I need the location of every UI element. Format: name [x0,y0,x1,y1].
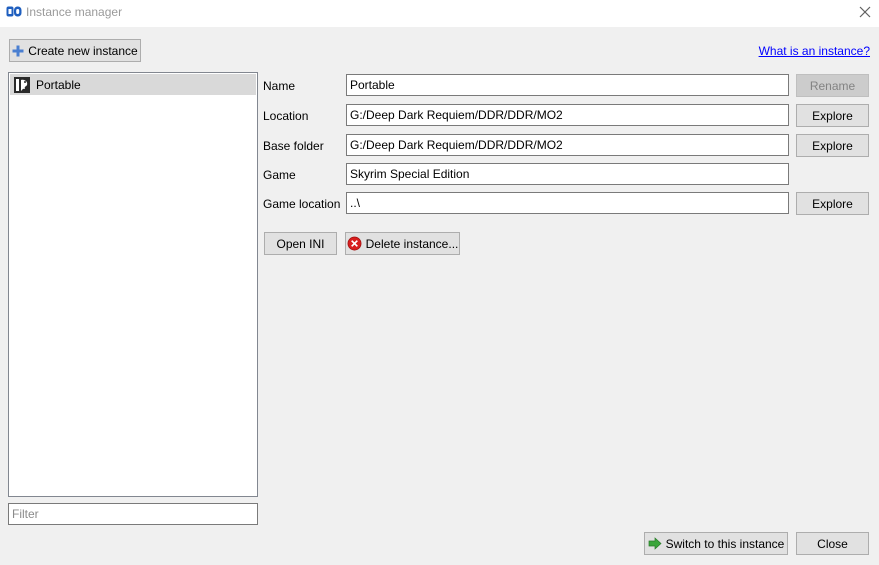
explore-location-button[interactable]: Explore [796,104,869,127]
app-logo-icon [6,6,22,17]
list-item[interactable]: Portable [10,74,256,95]
base-folder-field[interactable]: G:/Deep Dark Requiem/DDR/DDR/MO2 [346,134,789,156]
name-label: Name [263,79,296,93]
base-folder-label: Base folder [263,139,324,153]
close-button[interactable]: Close [796,532,869,555]
rename-button[interactable]: Rename [796,74,869,97]
game-location-field[interactable]: ..\ [346,192,789,214]
explore-base-folder-button[interactable]: Explore [796,134,869,157]
open-ini-button[interactable]: Open INI [264,232,337,255]
location-field[interactable]: G:/Deep Dark Requiem/DDR/DDR/MO2 [346,104,789,126]
location-label: Location [263,109,309,123]
what-is-instance-link[interactable]: What is an instance? [759,44,870,58]
switch-instance-label: Switch to this instance [665,536,785,551]
create-new-instance-label: Create new instance [28,43,138,58]
instance-list[interactable]: Portable [8,72,258,497]
explore-game-location-button[interactable]: Explore [796,192,869,215]
close-window-icon[interactable] [857,4,873,20]
plus-icon [12,45,24,57]
title-bar: Instance manager [0,0,879,27]
instance-name-label: Portable [36,77,81,92]
create-new-instance-button[interactable]: Create new instance [9,39,141,62]
switch-instance-button[interactable]: Switch to this instance [644,532,788,555]
green-arrow-icon [648,537,662,550]
game-label: Game [263,168,296,182]
delete-icon [347,236,362,251]
filter-input[interactable] [8,503,258,525]
delete-instance-button[interactable]: Delete instance... [345,232,460,255]
window-title: Instance manager [26,5,123,19]
name-field[interactable]: Portable [346,74,789,96]
game-location-label: Game location [263,197,341,211]
delete-instance-label: Delete instance... [365,236,459,251]
skyrim-game-icon [14,76,30,93]
game-field[interactable]: Skyrim Special Edition [346,163,789,185]
